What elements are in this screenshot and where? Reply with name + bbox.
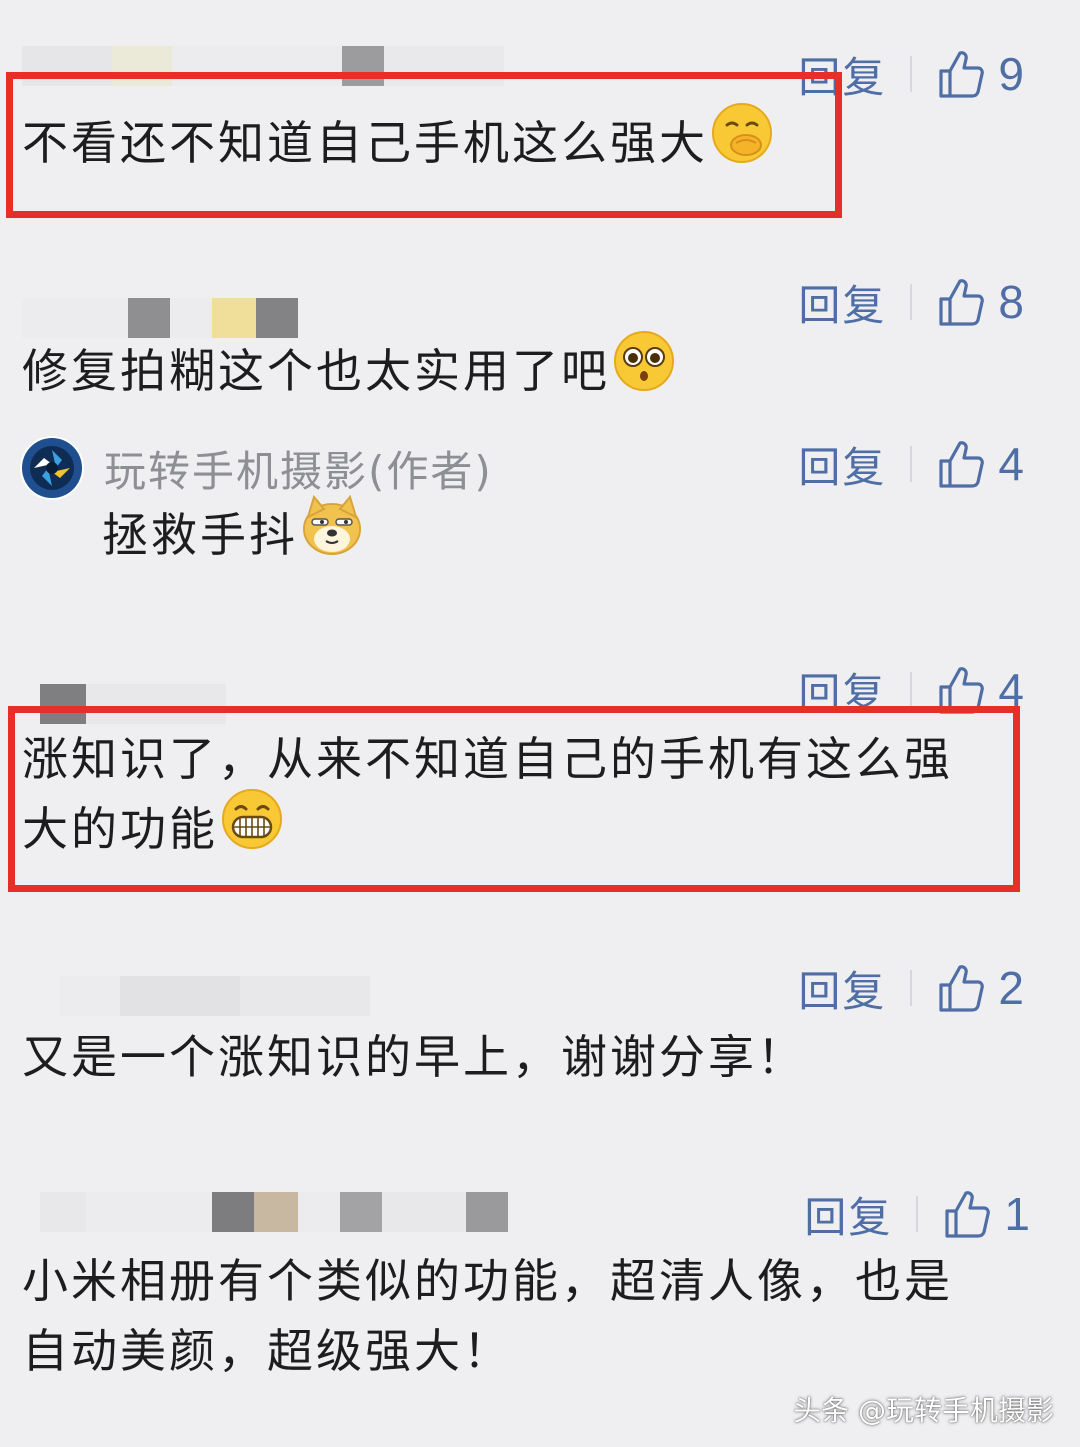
like-button[interactable]: 9 [938, 47, 1024, 101]
divider [910, 446, 913, 482]
comment-text-line-2: 大的功能 [22, 789, 953, 870]
reply-button[interactable]: 回复 [798, 958, 886, 1019]
like-count: 4 [998, 664, 1024, 716]
comment-text: 不看还不知道自己手机这么强大 [22, 103, 774, 184]
comment-text-line-1: 小米相册有个类似的功能，超清人像，也是 [22, 1254, 953, 1308]
watermark: 头条 @玩转手机摄影 [793, 1394, 1054, 1427]
pleading-face-icon [612, 329, 676, 412]
reply-button[interactable]: 回复 [798, 44, 886, 105]
comment-text: 小米相册有个类似的功能，超清人像，也是 自动美颜，超级强大！ [22, 1246, 953, 1386]
reply-button[interactable]: 回复 [798, 434, 886, 495]
reply-button[interactable]: 回复 [798, 660, 886, 721]
thumbs-up-icon [938, 963, 985, 1013]
doge-icon [300, 493, 364, 576]
thumbs-up-icon [938, 49, 985, 99]
thumbs-up-icon [938, 665, 985, 715]
divider [910, 672, 913, 708]
divider [910, 56, 913, 92]
like-count: 1 [1004, 1188, 1030, 1240]
comment-text-line-2: 自动美颜，超级强大！ [22, 1324, 512, 1378]
like-count: 8 [998, 276, 1024, 328]
like-button[interactable]: 2 [938, 961, 1024, 1015]
divider [916, 1196, 919, 1232]
divider [910, 284, 913, 320]
thinking-face-icon [710, 101, 774, 184]
like-count: 2 [998, 962, 1024, 1014]
comment-text-line-1: 涨知识了，从来不知道自己的手机有这么强 [22, 732, 953, 786]
like-button[interactable]: 4 [938, 663, 1024, 717]
thumbs-up-icon [938, 277, 985, 327]
like-button[interactable]: 1 [944, 1187, 1030, 1241]
comment-text: 拯救手抖 [102, 494, 364, 576]
reply-button[interactable]: 回复 [804, 1184, 892, 1245]
comment-text: 涨知识了，从来不知道自己的手机有这么强 大的功能 [22, 724, 953, 870]
like-count: 9 [998, 48, 1024, 100]
comment-text: 又是一个涨知识的早上，谢谢分享！ [22, 1030, 806, 1084]
like-count: 4 [998, 438, 1024, 490]
thumbs-up-icon [944, 1189, 991, 1239]
divider [910, 970, 913, 1006]
like-button[interactable]: 4 [938, 437, 1024, 491]
reply-button[interactable]: 回复 [798, 272, 886, 333]
comment-text: 修复拍糊这个也太实用了吧 [22, 331, 676, 412]
like-button[interactable]: 8 [938, 275, 1024, 329]
grinning-face-icon [220, 787, 284, 870]
thumbs-up-icon [938, 439, 985, 489]
